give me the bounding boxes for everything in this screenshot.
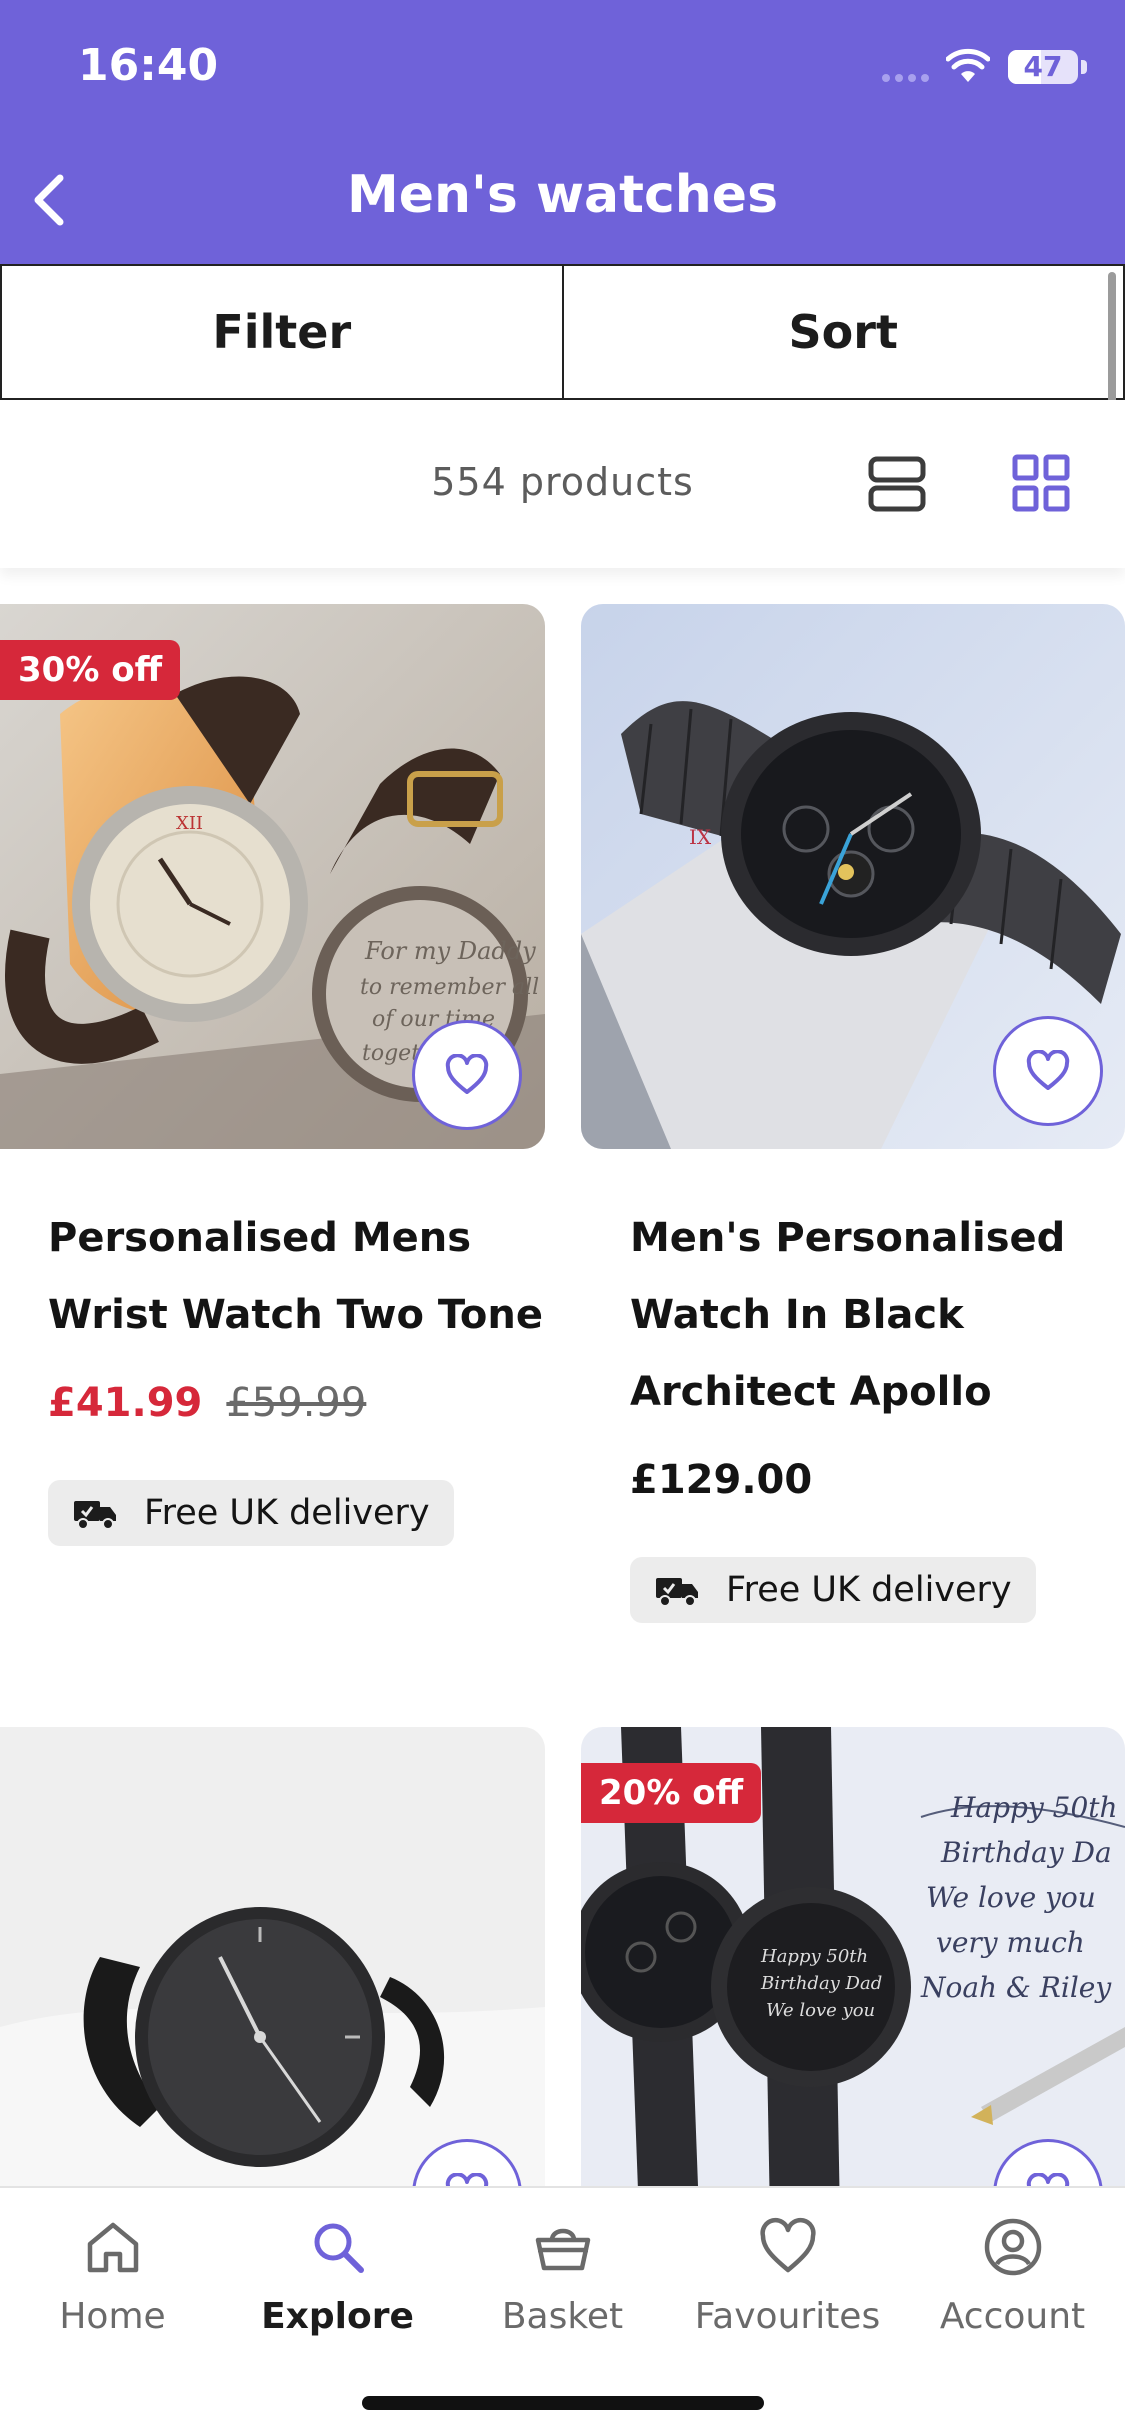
favourite-button[interactable] bbox=[993, 1016, 1103, 1126]
nav-label: Basket bbox=[501, 2296, 624, 2337]
basket-icon bbox=[535, 2228, 590, 2271]
price: £129.00 bbox=[630, 1457, 813, 1503]
wifi-icon bbox=[946, 48, 990, 82]
product-title-line: Personalised Mens bbox=[48, 1215, 472, 1261]
app-header: 16:40 47 Men's watches bbox=[0, 0, 1125, 264]
list-view-icon[interactable] bbox=[868, 456, 926, 512]
sale-price: £41.99 bbox=[48, 1380, 203, 1426]
svg-text:Happy 50th: Happy 50th bbox=[950, 1791, 1118, 1824]
nav-item-basket[interactable]: Basket bbox=[450, 2216, 675, 2337]
account-icon bbox=[984, 2218, 1041, 2276]
svg-text:We love you: We love you bbox=[926, 1881, 1096, 1914]
battery-text: 47 bbox=[1023, 50, 1063, 83]
watch-photo-black-leather bbox=[0, 1727, 545, 2187]
sort-button[interactable]: Sort bbox=[563, 266, 1125, 398]
nav-item-explore[interactable]: Explore bbox=[225, 2216, 450, 2337]
svg-text:We love you: We love you bbox=[766, 2000, 875, 2021]
filter-sort-bar: Filter Sort bbox=[0, 264, 1125, 400]
results-bar: 554 products bbox=[0, 400, 1125, 568]
product-image[interactable] bbox=[0, 1727, 545, 2187]
delivery-text: Free UK delivery bbox=[726, 1570, 1012, 1610]
svg-text:Birthday Da: Birthday Da bbox=[940, 1836, 1112, 1869]
heart-icon bbox=[445, 2173, 489, 2187]
discount-badge: 30% off bbox=[0, 640, 181, 700]
product-title-line: Watch In Black bbox=[630, 1292, 964, 1338]
svg-text:Birthday Dad: Birthday Dad bbox=[760, 1973, 882, 1994]
delivery-truck-icon bbox=[656, 1578, 698, 1607]
home-icon bbox=[87, 2222, 138, 2273]
product-card[interactable]: IX Men's Personalised Watch In Black Arc… bbox=[581, 604, 1125, 1623]
delivery-badge: Free UK delivery bbox=[48, 1480, 454, 1546]
grid-view-icon[interactable] bbox=[1012, 454, 1070, 512]
product-card[interactable] bbox=[0, 1727, 545, 2187]
product-title-line: Architect Apollo bbox=[630, 1369, 992, 1415]
svg-text:Noah & Riley: Noah & Riley bbox=[920, 1971, 1112, 2004]
product-card[interactable]: XII For my Daddy to remember all of our … bbox=[0, 604, 560, 1604]
engraving-text: For my Daddy bbox=[364, 937, 536, 965]
heart-icon bbox=[1026, 2173, 1070, 2187]
search-icon bbox=[314, 2223, 364, 2273]
svg-text:Happy 50th: Happy 50th bbox=[760, 1946, 868, 1967]
svg-text:very much: very much bbox=[936, 1926, 1085, 1959]
nav-item-home[interactable]: Home bbox=[0, 2216, 225, 2337]
home-indicator[interactable] bbox=[362, 2396, 764, 2410]
product-title[interactable]: Personalised Mens Wrist Watch Two Tone bbox=[48, 1200, 548, 1354]
nav-label: Explore bbox=[261, 2296, 414, 2337]
nav-label: Account bbox=[939, 2296, 1086, 2337]
product-count: 554 products bbox=[431, 460, 694, 504]
svg-text:IX: IX bbox=[689, 825, 712, 849]
price-row: £41.99 £59.99 bbox=[48, 1380, 366, 1426]
product-title-line: Men's Personalised bbox=[630, 1215, 1066, 1261]
page-title: Men's watches bbox=[346, 165, 779, 225]
nav-label: Favourites bbox=[694, 2296, 881, 2337]
product-title-line: Wrist Watch Two Tone bbox=[48, 1292, 543, 1338]
price-row: £129.00 bbox=[630, 1457, 812, 1503]
product-title[interactable]: Men's Personalised Watch In Black Archit… bbox=[630, 1200, 1125, 1431]
signal-icon bbox=[882, 74, 929, 82]
heart-icon bbox=[759, 2217, 816, 2273]
discount-badge: 20% off bbox=[581, 1763, 762, 1823]
nav-item-account[interactable]: Account bbox=[900, 2216, 1125, 2337]
was-price: £59.99 bbox=[226, 1380, 367, 1426]
status-time: 16:40 bbox=[78, 40, 219, 91]
product-card[interactable]: Happy 50th Birthday Dad We love you Happ… bbox=[581, 1727, 1125, 2187]
delivery-text: Free UK delivery bbox=[144, 1493, 430, 1533]
battery-icon: 47 bbox=[1008, 50, 1078, 84]
delivery-badge: Free UK delivery bbox=[630, 1557, 1036, 1623]
battery-cap bbox=[1081, 60, 1087, 74]
heart-icon bbox=[445, 1054, 489, 1094]
svg-text:XII: XII bbox=[176, 813, 203, 834]
svg-text:to remember all: to remember all bbox=[360, 975, 539, 1000]
filter-button[interactable]: Filter bbox=[0, 266, 564, 398]
favourite-button[interactable] bbox=[412, 1020, 522, 1130]
delivery-truck-icon bbox=[74, 1501, 116, 1530]
heart-icon bbox=[1026, 1050, 1070, 1090]
nav-label: Home bbox=[59, 2296, 166, 2337]
nav-item-favourites[interactable]: Favourites bbox=[675, 2216, 900, 2337]
